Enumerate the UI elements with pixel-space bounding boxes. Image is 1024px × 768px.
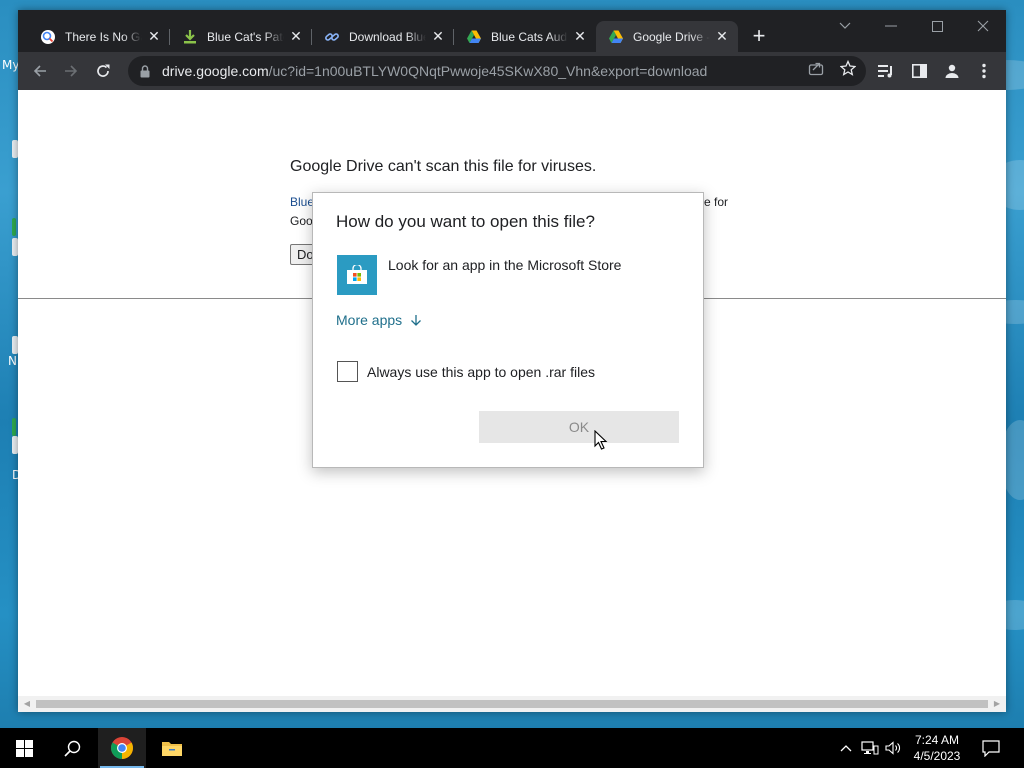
star-icon <box>840 60 856 76</box>
lock-icon[interactable] <box>138 64 152 78</box>
tab-close-icon[interactable]: ✕ <box>430 28 446 45</box>
dialog-title: How do you want to open this file? <box>336 212 595 231</box>
share-button[interactable] <box>806 58 826 78</box>
kebab-menu-icon <box>982 63 986 79</box>
tab-label: Blue Cat's Patch <box>207 29 284 44</box>
scroll-left-icon[interactable]: ◀ <box>22 699 32 709</box>
notification-center-button[interactable] <box>980 738 1002 758</box>
clock-date: 4/5/2023 <box>913 749 961 763</box>
more-apps-link[interactable]: More apps <box>336 312 422 328</box>
tab-google-drive[interactable]: Google Drive - Virus scan warning ✕ <box>596 21 738 52</box>
clock-time: 7:24 AM <box>914 733 960 747</box>
warning-text-fragment: e for <box>704 195 729 209</box>
bookmark-button[interactable] <box>838 58 858 78</box>
always-use-option[interactable]: Always use this app to open .rar files <box>337 361 595 382</box>
tab-search-button[interactable] <box>822 10 868 42</box>
volume-icon[interactable] <box>884 738 904 758</box>
scroll-right-icon[interactable]: ▶ <box>992 699 1002 709</box>
file-name-link[interactable]: Blue <box>290 195 314 209</box>
google-drive-favicon-icon <box>608 29 624 45</box>
tab-blue-cats-audio[interactable]: Blue Cats Audio ✕ <box>454 21 596 52</box>
minimize-button[interactable] <box>868 10 914 42</box>
windows-taskbar: 7:24 AM 4/5/2023 <box>0 728 1024 768</box>
google-drive-favicon-icon <box>466 29 482 45</box>
url-host: drive.google.com <box>162 63 269 79</box>
store-option-label[interactable]: Look for an app in the Microsoft Store <box>388 257 621 273</box>
share-icon <box>808 62 824 76</box>
search-button[interactable] <box>48 728 96 768</box>
arrow-left-icon <box>33 65 46 77</box>
virus-warning-title: Google Drive can't scan this file for vi… <box>290 158 597 175</box>
tab-close-icon[interactable]: ✕ <box>572 28 588 45</box>
browser-toolbar: drive.google.com/uc?id=1n00uBTLYW0QNqtPw… <box>18 52 1006 90</box>
side-panel-icon <box>911 64 927 78</box>
show-hidden-icons[interactable] <box>836 738 856 758</box>
arrow-right-icon <box>65 65 78 77</box>
folder-icon <box>162 742 182 756</box>
avatar-icon <box>945 64 959 78</box>
system-clock[interactable]: 7:24 AM 4/5/2023 <box>904 732 970 764</box>
search-favicon-icon <box>40 29 56 45</box>
tab-label: Download Blue <box>349 29 426 44</box>
microsoft-store-icon[interactable] <box>337 255 377 295</box>
tab-close-icon[interactable]: ✕ <box>288 28 304 45</box>
tab-download-blue[interactable]: Download Blue ✕ <box>312 21 454 52</box>
open-with-dialog: How do you want to open this file? Look … <box>312 192 704 468</box>
reload-button[interactable] <box>90 58 116 84</box>
new-tab-button[interactable]: + <box>748 25 770 48</box>
tab-close-icon[interactable]: ✕ <box>714 28 730 45</box>
desktop-icons-edge: My N D <box>0 0 21 720</box>
network-icon[interactable] <box>860 738 880 758</box>
profile-button[interactable] <box>942 61 962 81</box>
reload-icon <box>97 64 110 77</box>
forward-button[interactable] <box>58 58 84 84</box>
menu-button[interactable] <box>974 61 994 81</box>
notification-icon <box>982 739 1000 757</box>
tab-label: There Is No Game <box>65 29 142 44</box>
always-use-checkbox[interactable] <box>337 361 358 382</box>
always-use-label[interactable]: Always use this app to open .rar files <box>367 364 595 380</box>
tab-label: Blue Cats Audio <box>491 29 568 44</box>
tab-close-icon[interactable]: ✕ <box>146 28 162 45</box>
search-icon <box>63 740 80 757</box>
back-button[interactable] <box>27 58 53 84</box>
chevron-down-icon <box>839 22 851 29</box>
scrollbar-thumb[interactable] <box>36 700 988 708</box>
chevron-up-icon <box>840 745 852 752</box>
mouse-cursor-icon <box>594 430 608 450</box>
desktop-icon-label[interactable]: My <box>2 58 19 72</box>
more-apps-label: More apps <box>336 312 403 328</box>
close-window-button[interactable] <box>960 10 1006 42</box>
close-icon <box>977 20 989 32</box>
chrome-logo-icon <box>111 737 133 759</box>
url-path: /uc?id=1n00uBTLYW0QNqtPwwoje45SKwX80_Vhn… <box>268 63 708 79</box>
tab-strip: There Is No Game ✕ Blue Cat's Patch ✕ Do… <box>18 10 1006 52</box>
desktop-icon-label[interactable]: N <box>8 354 17 368</box>
windows-logo-icon <box>15 739 33 757</box>
minimize-icon <box>885 25 897 27</box>
side-panel-button[interactable] <box>909 61 929 81</box>
taskbar-file-explorer[interactable] <box>148 728 196 768</box>
address-bar[interactable]: drive.google.com/uc?id=1n00uBTLYW0QNqtPw… <box>128 56 866 86</box>
url-text[interactable]: drive.google.com/uc?id=1n00uBTLYW0QNqtPw… <box>162 63 707 79</box>
desktop-icon[interactable] <box>12 218 16 236</box>
playlist-icon <box>878 65 892 78</box>
ok-button[interactable]: OK <box>479 411 679 443</box>
tab-label: Google Drive - Virus scan warning <box>633 29 710 44</box>
horizontal-scrollbar[interactable]: ◀ ▶ <box>18 696 1006 712</box>
tab-there-is-no-game[interactable]: There Is No Game ✕ <box>28 21 170 52</box>
arrow-down-icon <box>410 314 422 327</box>
maximize-button[interactable] <box>914 10 960 42</box>
download-favicon-icon <box>182 29 198 45</box>
link-favicon-icon <box>324 29 340 45</box>
taskbar-chrome[interactable] <box>98 728 146 768</box>
start-button[interactable] <box>0 728 48 768</box>
desktop-icon[interactable] <box>12 418 16 436</box>
tab-blue-cats-patch[interactable]: Blue Cat's Patch ✕ <box>170 21 312 52</box>
warning-text-fragment: Goo <box>290 214 313 228</box>
maximize-icon <box>931 20 943 32</box>
media-controls-button[interactable] <box>876 61 896 81</box>
